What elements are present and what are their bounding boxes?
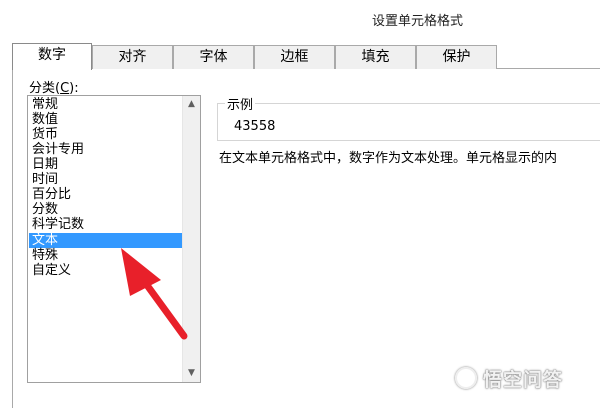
- annotation-arrow-icon: [121, 248, 188, 340]
- watermark-text: 悟空问答: [483, 369, 564, 391]
- watermark-logo-icon: [455, 367, 477, 389]
- annotation-arrow-head: [121, 248, 161, 296]
- watermark: 悟空问答: [455, 365, 595, 393]
